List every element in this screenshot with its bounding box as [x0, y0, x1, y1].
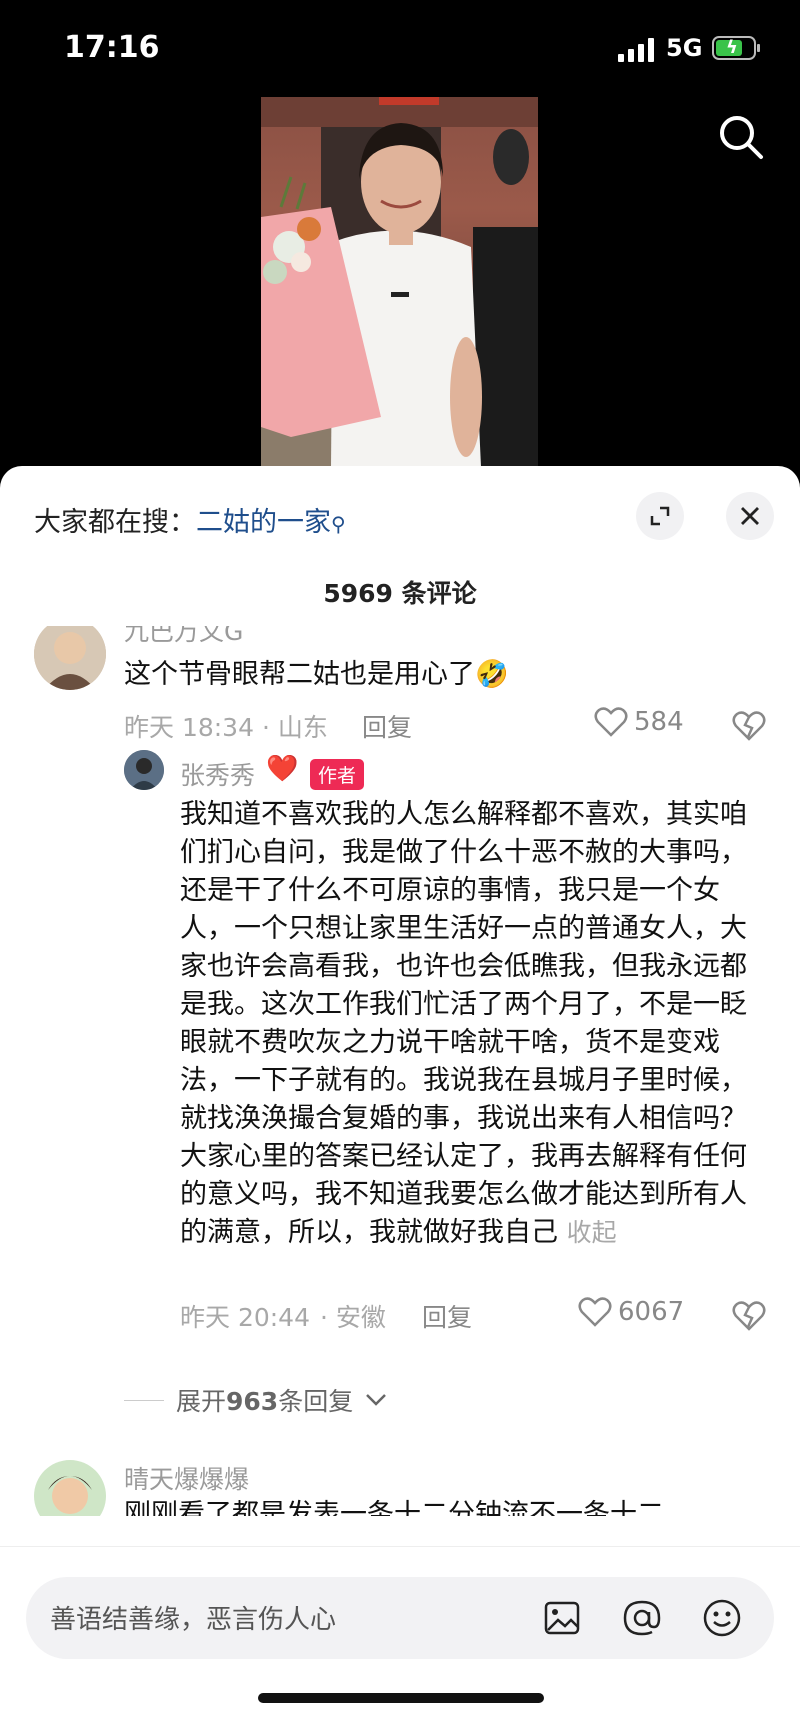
hot-search-keyword[interactable]: 二姑的一家	[196, 507, 331, 538]
expand-prefix: 展开	[176, 1387, 227, 1416]
heart-outline-icon	[594, 707, 628, 737]
search-small-icon: ⚲	[331, 512, 346, 536]
author-badge: 作者	[310, 759, 365, 790]
comment-author[interactable]: 九巴万文G	[124, 626, 243, 648]
reply-button[interactable]: 回复	[362, 708, 412, 744]
emoji-icon[interactable]	[698, 1594, 746, 1642]
heart-emoji: ❤️	[266, 754, 299, 784]
image-icon[interactable]	[538, 1594, 586, 1642]
comment-count-title: 5969 条评论	[323, 579, 477, 608]
dislike-heart-icon[interactable]	[732, 1300, 766, 1336]
battery-icon: ϟ	[712, 36, 760, 60]
hot-search-bar[interactable]: 大家都在搜：二姑的一家⚲	[34, 500, 346, 539]
comment-list: 九巴万文G 这个节骨眼帮二姑也是用心了🤣 昨天 18:34 · 山东 回复 58…	[0, 626, 800, 1516]
reply-time: 昨天 20:44	[180, 1303, 310, 1332]
like-button[interactable]: 6067	[578, 1296, 684, 1328]
comment-location: · 山东	[262, 713, 328, 742]
reply-author-name[interactable]: 张秀秀	[180, 756, 255, 792]
like-count: 584	[634, 707, 684, 737]
comment-input-bar: 善语结善缘，恶言伤人心	[0, 1546, 800, 1731]
reply-count: 963	[226, 1387, 279, 1416]
input-placeholder: 善语结善缘，恶言伤人心	[50, 1605, 337, 1635]
expand-replies-button[interactable]: 展开963条回复	[124, 1382, 387, 1418]
reply-text-body: 我知道不喜欢我的人怎么解释都不喜欢，其实咱们扪心自问，我是做了什么十恶不赦的大事…	[180, 799, 747, 1248]
status-bar: 17:16 5G ϟ	[0, 0, 800, 100]
reply-button[interactable]: 回复	[422, 1298, 472, 1334]
expand-suffix: 条回复	[278, 1387, 354, 1416]
avatar[interactable]	[34, 626, 106, 690]
status-time: 17:16	[64, 30, 160, 65]
chevron-down-icon	[366, 1394, 387, 1406]
avatar[interactable]	[34, 1460, 106, 1516]
comment-author[interactable]: 晴天爆爆爆	[124, 1460, 249, 1496]
network-type: 5G	[666, 34, 703, 62]
comment-sheet: 大家都在搜：二姑的一家⚲ 5969 条评论 九巴万文G 这个节骨眼帮二姑也是用心…	[0, 466, 800, 1731]
video-frame[interactable]	[261, 97, 538, 467]
signal-icon	[618, 38, 654, 62]
at-icon[interactable]	[618, 1594, 666, 1642]
comment-time: 昨天 18:34	[124, 713, 254, 742]
heart-outline-icon	[578, 1297, 612, 1327]
reply-location: · 安徽	[320, 1303, 386, 1332]
comment-text: 刚刚看了都是发表一条十二分钟流不一条十二	[124, 1499, 664, 1516]
like-button[interactable]: 584	[594, 706, 684, 738]
dislike-heart-icon[interactable]	[732, 710, 766, 746]
reply-text: 我知道不喜欢我的人怎么解释都不喜欢，其实咱们扪心自问，我是做了什么十恶不赦的大事…	[180, 796, 760, 1252]
search-icon[interactable]	[716, 112, 766, 162]
expand-icon[interactable]	[636, 492, 684, 540]
video-frame-image	[261, 97, 538, 467]
collapse-link[interactable]: 收起	[567, 1218, 617, 1247]
comment-text: 这个节骨眼帮二姑也是用心了🤣	[124, 659, 509, 690]
avatar[interactable]	[124, 750, 164, 790]
comment-input[interactable]: 善语结善缘，恶言伤人心	[26, 1577, 774, 1659]
like-count: 6067	[618, 1297, 685, 1327]
hot-search-prefix: 大家都在搜：	[34, 507, 196, 538]
close-icon[interactable]	[726, 492, 774, 540]
home-indicator	[258, 1693, 544, 1703]
